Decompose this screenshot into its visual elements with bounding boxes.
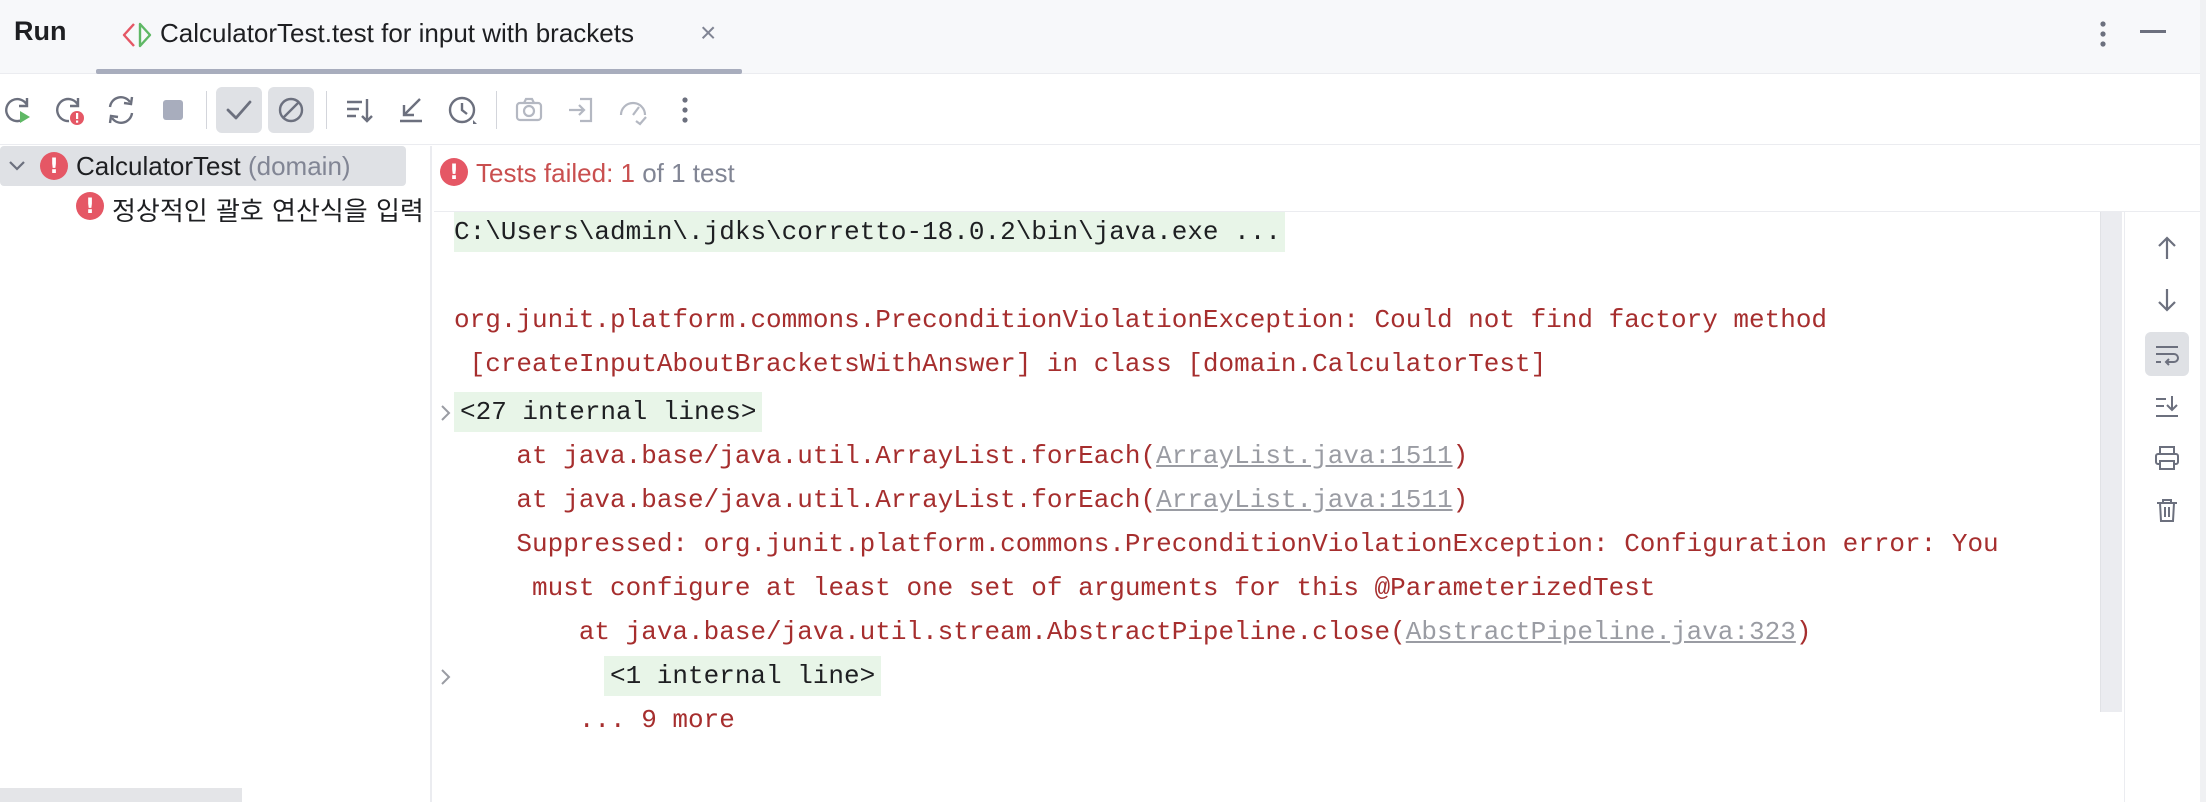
- stack-frame-text: at java.base/java.util.stream.AbstractPi…: [454, 617, 1406, 647]
- error-icon: !: [40, 152, 68, 180]
- sort-alphabetically-button[interactable]: [336, 87, 382, 133]
- export-screenshot-button[interactable]: [506, 87, 552, 133]
- tests-total: of 1 test: [634, 158, 735, 188]
- more-frames-line: ... 9 more: [454, 705, 735, 735]
- scroll-to-end-button[interactable]: [2145, 384, 2189, 428]
- toggle-auto-test-icon: [108, 96, 134, 124]
- run-tool-window-title: Run: [14, 16, 67, 46]
- stack-frame-close: ): [1452, 485, 1469, 515]
- rerun-icon: [5, 97, 30, 123]
- import-tests-button[interactable]: [558, 87, 604, 133]
- run-configuration-tab[interactable]: CalculatorTest.test for input with brack…: [96, 0, 742, 74]
- exception-line-continued: [createInputAboutBracketsWithAnswer] in …: [454, 349, 1547, 379]
- show-passed-icon: [226, 100, 252, 120]
- internal-lines-fold[interactable]: <1 internal line>: [604, 656, 882, 696]
- error-icon: !: [440, 158, 468, 186]
- stop-icon: [163, 100, 183, 120]
- stack-trace-line: at java.base/java.util.ArrayList.forEach…: [454, 480, 1468, 520]
- toolbar-separator: [206, 91, 207, 129]
- stack-frame-text: at java.base/java.util.ArrayList.forEach…: [454, 485, 1157, 515]
- rerun-button[interactable]: [0, 87, 40, 133]
- stack-frame-close: ): [1795, 617, 1812, 647]
- scroll-down-button[interactable]: [2145, 278, 2189, 322]
- stack-trace-line: at java.base/java.util.stream.AbstractPi…: [454, 612, 1812, 652]
- toggle-auto-test-button[interactable]: [98, 87, 144, 133]
- more-toolbar-button[interactable]: [662, 87, 708, 133]
- internal-lines-fold[interactable]: <27 internal lines>: [454, 392, 763, 432]
- scroll-up-button[interactable]: [2145, 226, 2189, 270]
- minimize-icon[interactable]: [2140, 30, 2166, 33]
- exception-line: org.junit.platform.commons.PreconditionV…: [454, 305, 1828, 335]
- suppressed-line: Suppressed: org.junit.platform.commons.P…: [454, 529, 1999, 559]
- test-status-text: Tests failed: 1 of 1 test: [476, 158, 735, 189]
- error-icon: !: [76, 192, 104, 220]
- test-package-name: (domain): [247, 151, 351, 181]
- print-button[interactable]: [2145, 436, 2189, 480]
- more-options-icon[interactable]: [2088, 14, 2118, 54]
- active-tab-indicator: [96, 69, 742, 74]
- print-icon: [2155, 446, 2179, 470]
- coverage-button[interactable]: [610, 87, 656, 133]
- tool-window-header: Run CalculatorTest.test for input with b…: [0, 0, 2206, 74]
- vertical-scrollbar[interactable]: [2100, 212, 2122, 712]
- stack-frame-close: ): [1452, 441, 1469, 471]
- scroll-to-end-icon: [2156, 396, 2178, 417]
- arrow-down-icon: [2158, 289, 2176, 312]
- suppressed-line-continued: must configure at least one set of argum…: [454, 573, 1656, 603]
- tree-item-child[interactable]: ! 정상적인 괄호 연산식을 입력: [0, 186, 430, 227]
- close-tab-icon[interactable]: ×: [700, 17, 716, 49]
- clear-all-button[interactable]: [2145, 488, 2189, 532]
- stack-trace-line: at java.base/java.util.ArrayList.forEach…: [454, 436, 1468, 476]
- console-output[interactable]: C:\Users\admin\.jdks\corretto-18.0.2\bin…: [434, 212, 2124, 802]
- tree-item-root[interactable]: ! CalculatorTest (domain): [0, 146, 406, 186]
- stack-frame-text: at java.base/java.util.ArrayList.forEach…: [454, 441, 1157, 471]
- coverage-icon: [619, 101, 647, 126]
- test-tree: ! CalculatorTest (domain) ! 정상적인 괄호 연산식을…: [0, 146, 432, 802]
- chevron-down-icon[interactable]: [6, 154, 28, 176]
- soft-wrap-icon: [2156, 346, 2179, 366]
- test-method-name: 정상적인 괄호 연산식을 입력: [112, 197, 424, 227]
- rerun-failed-icon: [56, 97, 84, 125]
- stop-button[interactable]: [150, 87, 196, 133]
- source-link[interactable]: ArrayList.java:1511: [1156, 441, 1452, 471]
- test-history-icon: [448, 96, 477, 124]
- sort-alphabetically-icon: [347, 99, 373, 123]
- show-ignored-icon: [278, 97, 304, 123]
- more-icon: [682, 97, 688, 123]
- tests-failed-count: Tests failed: 1: [476, 158, 635, 188]
- source-link[interactable]: AbstractPipeline.java:323: [1406, 617, 1796, 647]
- console-side-toolbar: [2124, 212, 2206, 802]
- soft-wrap-button[interactable]: [2145, 332, 2189, 376]
- test-class-name: CalculatorTest: [76, 151, 241, 181]
- collapse-all-icon: [400, 98, 422, 123]
- test-run-icon: [122, 22, 152, 48]
- test-status-bar: ! Tests failed: 1 of 1 test: [434, 146, 2206, 212]
- chevron-right-icon[interactable]: [434, 402, 456, 424]
- trash-icon: [2157, 499, 2177, 522]
- show-passed-toggle[interactable]: [216, 87, 262, 133]
- camera-icon: [515, 97, 543, 122]
- run-toolbar: [0, 75, 2206, 145]
- tree-item-label: CalculatorTest (domain): [76, 151, 351, 182]
- test-history-button[interactable]: [440, 87, 486, 133]
- chevron-right-icon[interactable]: [434, 666, 456, 688]
- horizontal-scrollbar[interactable]: [0, 788, 242, 802]
- rerun-failed-button[interactable]: [46, 87, 92, 133]
- window-edge: [2200, 0, 2206, 802]
- toolbar-separator: [326, 91, 327, 129]
- collapse-all-button[interactable]: [388, 87, 434, 133]
- show-ignored-toggle[interactable]: [268, 87, 314, 133]
- source-link[interactable]: ArrayList.java:1511: [1156, 485, 1452, 515]
- arrow-up-icon: [2158, 236, 2176, 259]
- toolbar-separator: [496, 91, 497, 129]
- import-icon: [569, 97, 593, 123]
- command-line: C:\Users\admin\.jdks\corretto-18.0.2\bin…: [454, 212, 1285, 252]
- tab-title: CalculatorTest.test for input with brack…: [160, 18, 634, 48]
